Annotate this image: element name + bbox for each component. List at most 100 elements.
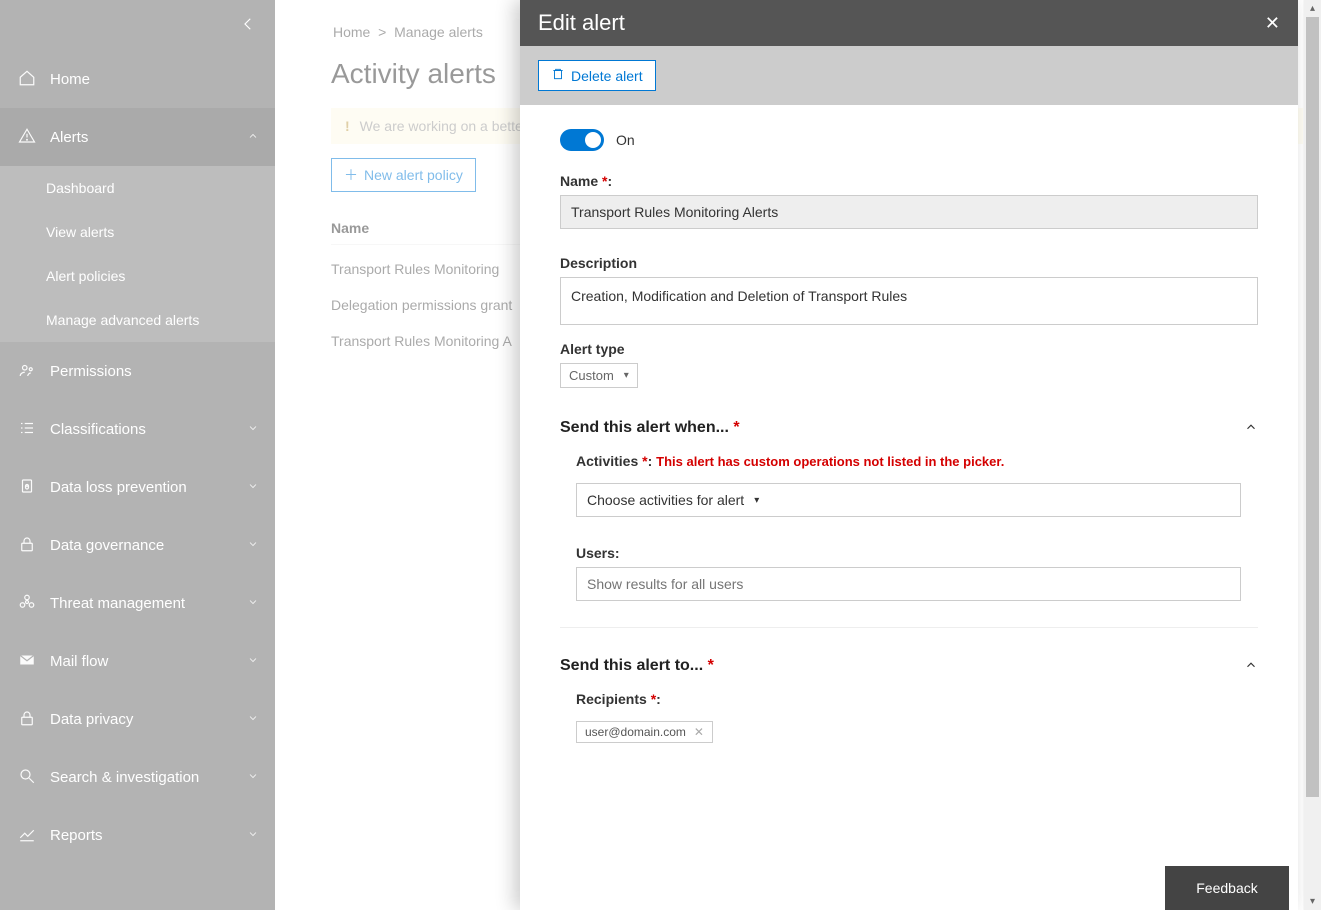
sidebar-item-classifications[interactable]: Classifications [0,400,275,458]
close-icon[interactable]: ✕ [1265,13,1280,34]
chevron-up-icon [1244,658,1258,675]
breadcrumb-home[interactable]: Home [333,24,370,40]
sidebar-item-data-governance[interactable]: Data governance [0,516,275,574]
sidebar-item-data-privacy[interactable]: Data privacy [0,690,275,748]
delete-alert-button[interactable]: Delete alert [538,60,656,91]
scroll-up-icon[interactable]: ▴ [1304,0,1321,17]
sidebar-item-label: Home [50,71,259,88]
select-value: Custom [569,368,614,383]
sidebar: Home Alerts Dashboard View alerts Alert … [0,0,275,910]
send-when-body: Activities *: This alert has custom oper… [560,443,1258,628]
sidebar-item-dlp[interactable]: Data loss prevention [0,458,275,516]
sidebar-item-label: Search & investigation [50,769,247,786]
edit-alert-panel: Edit alert ✕ Delete alert On Name *: Des… [520,0,1298,910]
alert-type-label: Alert type [560,341,1258,357]
sidebar-item-label: Threat management [50,595,247,612]
panel-toolbar: Delete alert [520,46,1298,105]
sidebar-item-label: Data governance [50,537,247,554]
name-field[interactable] [560,195,1258,229]
dlp-icon [16,477,38,498]
sidebar-item-label: Reports [50,827,247,844]
status-toggle[interactable] [560,129,604,151]
panel-header: Edit alert ✕ [520,0,1298,46]
description-label: Description [560,255,1258,271]
panel-title: Edit alert [538,10,1265,36]
caret-down-icon: ▾ [754,495,759,506]
mail-icon [16,651,38,672]
chip-label: user@domain.com [585,725,686,739]
recipient-chip[interactable]: user@domain.com ✕ [576,721,713,743]
scroll-thumb[interactable] [1306,17,1319,797]
caret-down-icon: ▾ [624,370,629,381]
sidebar-item-label: Permissions [50,363,259,380]
sidebar-item-alerts[interactable]: Alerts [0,108,275,166]
sidebar-item-search[interactable]: Search & investigation [0,748,275,806]
breadcrumb-current: Manage alerts [394,24,483,40]
chevron-down-icon [247,712,259,727]
sidebar-sub-label: View alerts [46,224,114,240]
feedback-button[interactable]: Feedback [1165,866,1289,910]
classifications-icon [16,419,38,440]
recipients-label: Recipients *: [576,691,1258,707]
button-label: Delete alert [571,68,643,84]
sidebar-item-home[interactable]: Home [0,50,275,108]
sidebar-item-label: Data privacy [50,711,247,728]
description-field[interactable]: Creation, Modification and Deletion of T… [560,277,1258,325]
alert-icon [16,127,38,148]
permissions-icon [16,361,38,382]
send-when-header[interactable]: Send this alert when... * [560,408,1258,443]
remove-chip-icon[interactable]: ✕ [694,725,704,739]
users-label: Users: [576,545,1258,561]
chevron-up-icon [1244,420,1258,437]
name-label: Name *: [560,173,1258,189]
picker-placeholder: Choose activities for alert [587,492,744,508]
activities-warning: This alert has custom operations not lis… [656,454,1004,469]
sidebar-item-threat[interactable]: Threat management [0,574,275,632]
biohazard-icon [16,593,38,614]
page-scrollbar[interactable]: ▴ ▾ [1304,0,1321,910]
users-field[interactable] [576,567,1241,601]
sidebar-sub-label: Manage advanced alerts [46,312,199,328]
sidebar-sub-manage-advanced[interactable]: Manage advanced alerts [0,298,275,342]
reports-icon [16,825,38,846]
toggle-label: On [616,132,635,148]
search-icon [16,767,38,788]
chevron-down-icon [247,828,259,843]
sidebar-item-label: Alerts [50,129,247,146]
new-alert-policy-button[interactable]: ＋ New alert policy [331,158,476,192]
activities-label: Activities *: [576,453,656,469]
trash-icon [551,67,565,84]
chevron-down-icon [247,770,259,785]
sidebar-item-permissions[interactable]: Permissions [0,342,275,400]
sidebar-collapse[interactable] [0,0,275,50]
sidebar-item-mail-flow[interactable]: Mail flow [0,632,275,690]
sidebar-sub-dashboard[interactable]: Dashboard [0,166,275,210]
lock-icon [16,535,38,556]
sidebar-item-reports[interactable]: Reports [0,806,275,864]
sidebar-item-label: Data loss prevention [50,479,247,496]
sidebar-item-label: Classifications [50,421,247,438]
breadcrumb-sep: > [378,24,386,40]
alert-type-select[interactable]: Custom ▾ [560,363,638,388]
banner-text: We are working on a bette [360,118,523,134]
home-icon [16,69,38,90]
chevron-down-icon [247,538,259,553]
sidebar-sub-alert-policies[interactable]: Alert policies [0,254,275,298]
lock-icon [16,709,38,730]
send-to-body: Recipients *: user@domain.com ✕ [560,681,1258,743]
sidebar-sub-view-alerts[interactable]: View alerts [0,210,275,254]
sidebar-sub-label: Alert policies [46,268,125,284]
chevron-up-icon [247,130,259,145]
send-to-header[interactable]: Send this alert to... * [560,646,1258,681]
button-label: New alert policy [364,167,463,183]
activities-picker[interactable]: Choose activities for alert ▾ [576,483,1241,517]
sidebar-sub-label: Dashboard [46,180,115,196]
info-icon: ! [345,118,350,134]
sidebar-item-label: Mail flow [50,653,247,670]
scroll-down-icon[interactable]: ▾ [1304,893,1321,910]
chevron-down-icon [247,654,259,669]
chevron-down-icon [247,422,259,437]
panel-body: On Name *: Description Creation, Modific… [520,105,1298,905]
plus-icon: ＋ [344,165,358,185]
chevron-down-icon [247,596,259,611]
